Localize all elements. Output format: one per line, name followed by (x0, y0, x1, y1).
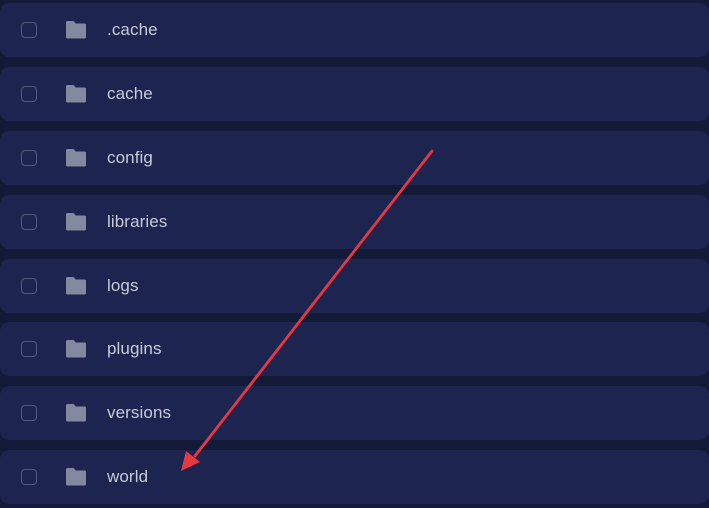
row-checkbox[interactable] (21, 278, 37, 294)
file-list: .cache cache config libraries logs plugi… (0, 0, 709, 508)
folder-icon (66, 85, 86, 103)
file-row-logs[interactable]: logs (0, 259, 709, 313)
file-name: plugins (107, 339, 162, 358)
file-name: libraries (107, 212, 168, 231)
folder-icon (66, 404, 86, 422)
file-name: cache (107, 84, 153, 103)
file-row-libraries[interactable]: libraries (0, 195, 709, 249)
file-name: .cache (107, 20, 158, 39)
file-name: logs (107, 276, 139, 295)
row-checkbox[interactable] (21, 150, 37, 166)
row-checkbox[interactable] (21, 214, 37, 230)
file-name: config (107, 148, 153, 167)
file-name: world (107, 467, 149, 486)
folder-icon (66, 277, 86, 295)
row-checkbox[interactable] (21, 341, 37, 357)
file-row-config[interactable]: config (0, 131, 709, 185)
row-checkbox[interactable] (21, 22, 37, 38)
file-row-cache-hidden[interactable]: .cache (0, 3, 709, 57)
file-name: versions (107, 403, 172, 422)
file-row-world[interactable]: world (0, 450, 709, 504)
row-checkbox[interactable] (21, 86, 37, 102)
folder-icon (66, 213, 86, 231)
file-row-versions[interactable]: versions (0, 386, 709, 440)
folder-icon (66, 149, 86, 167)
folder-icon (66, 21, 86, 39)
file-row-plugins[interactable]: plugins (0, 322, 709, 376)
row-checkbox[interactable] (21, 405, 37, 421)
file-row-cache[interactable]: cache (0, 67, 709, 121)
folder-icon (66, 340, 86, 358)
folder-icon (66, 468, 86, 486)
row-checkbox[interactable] (21, 469, 37, 485)
